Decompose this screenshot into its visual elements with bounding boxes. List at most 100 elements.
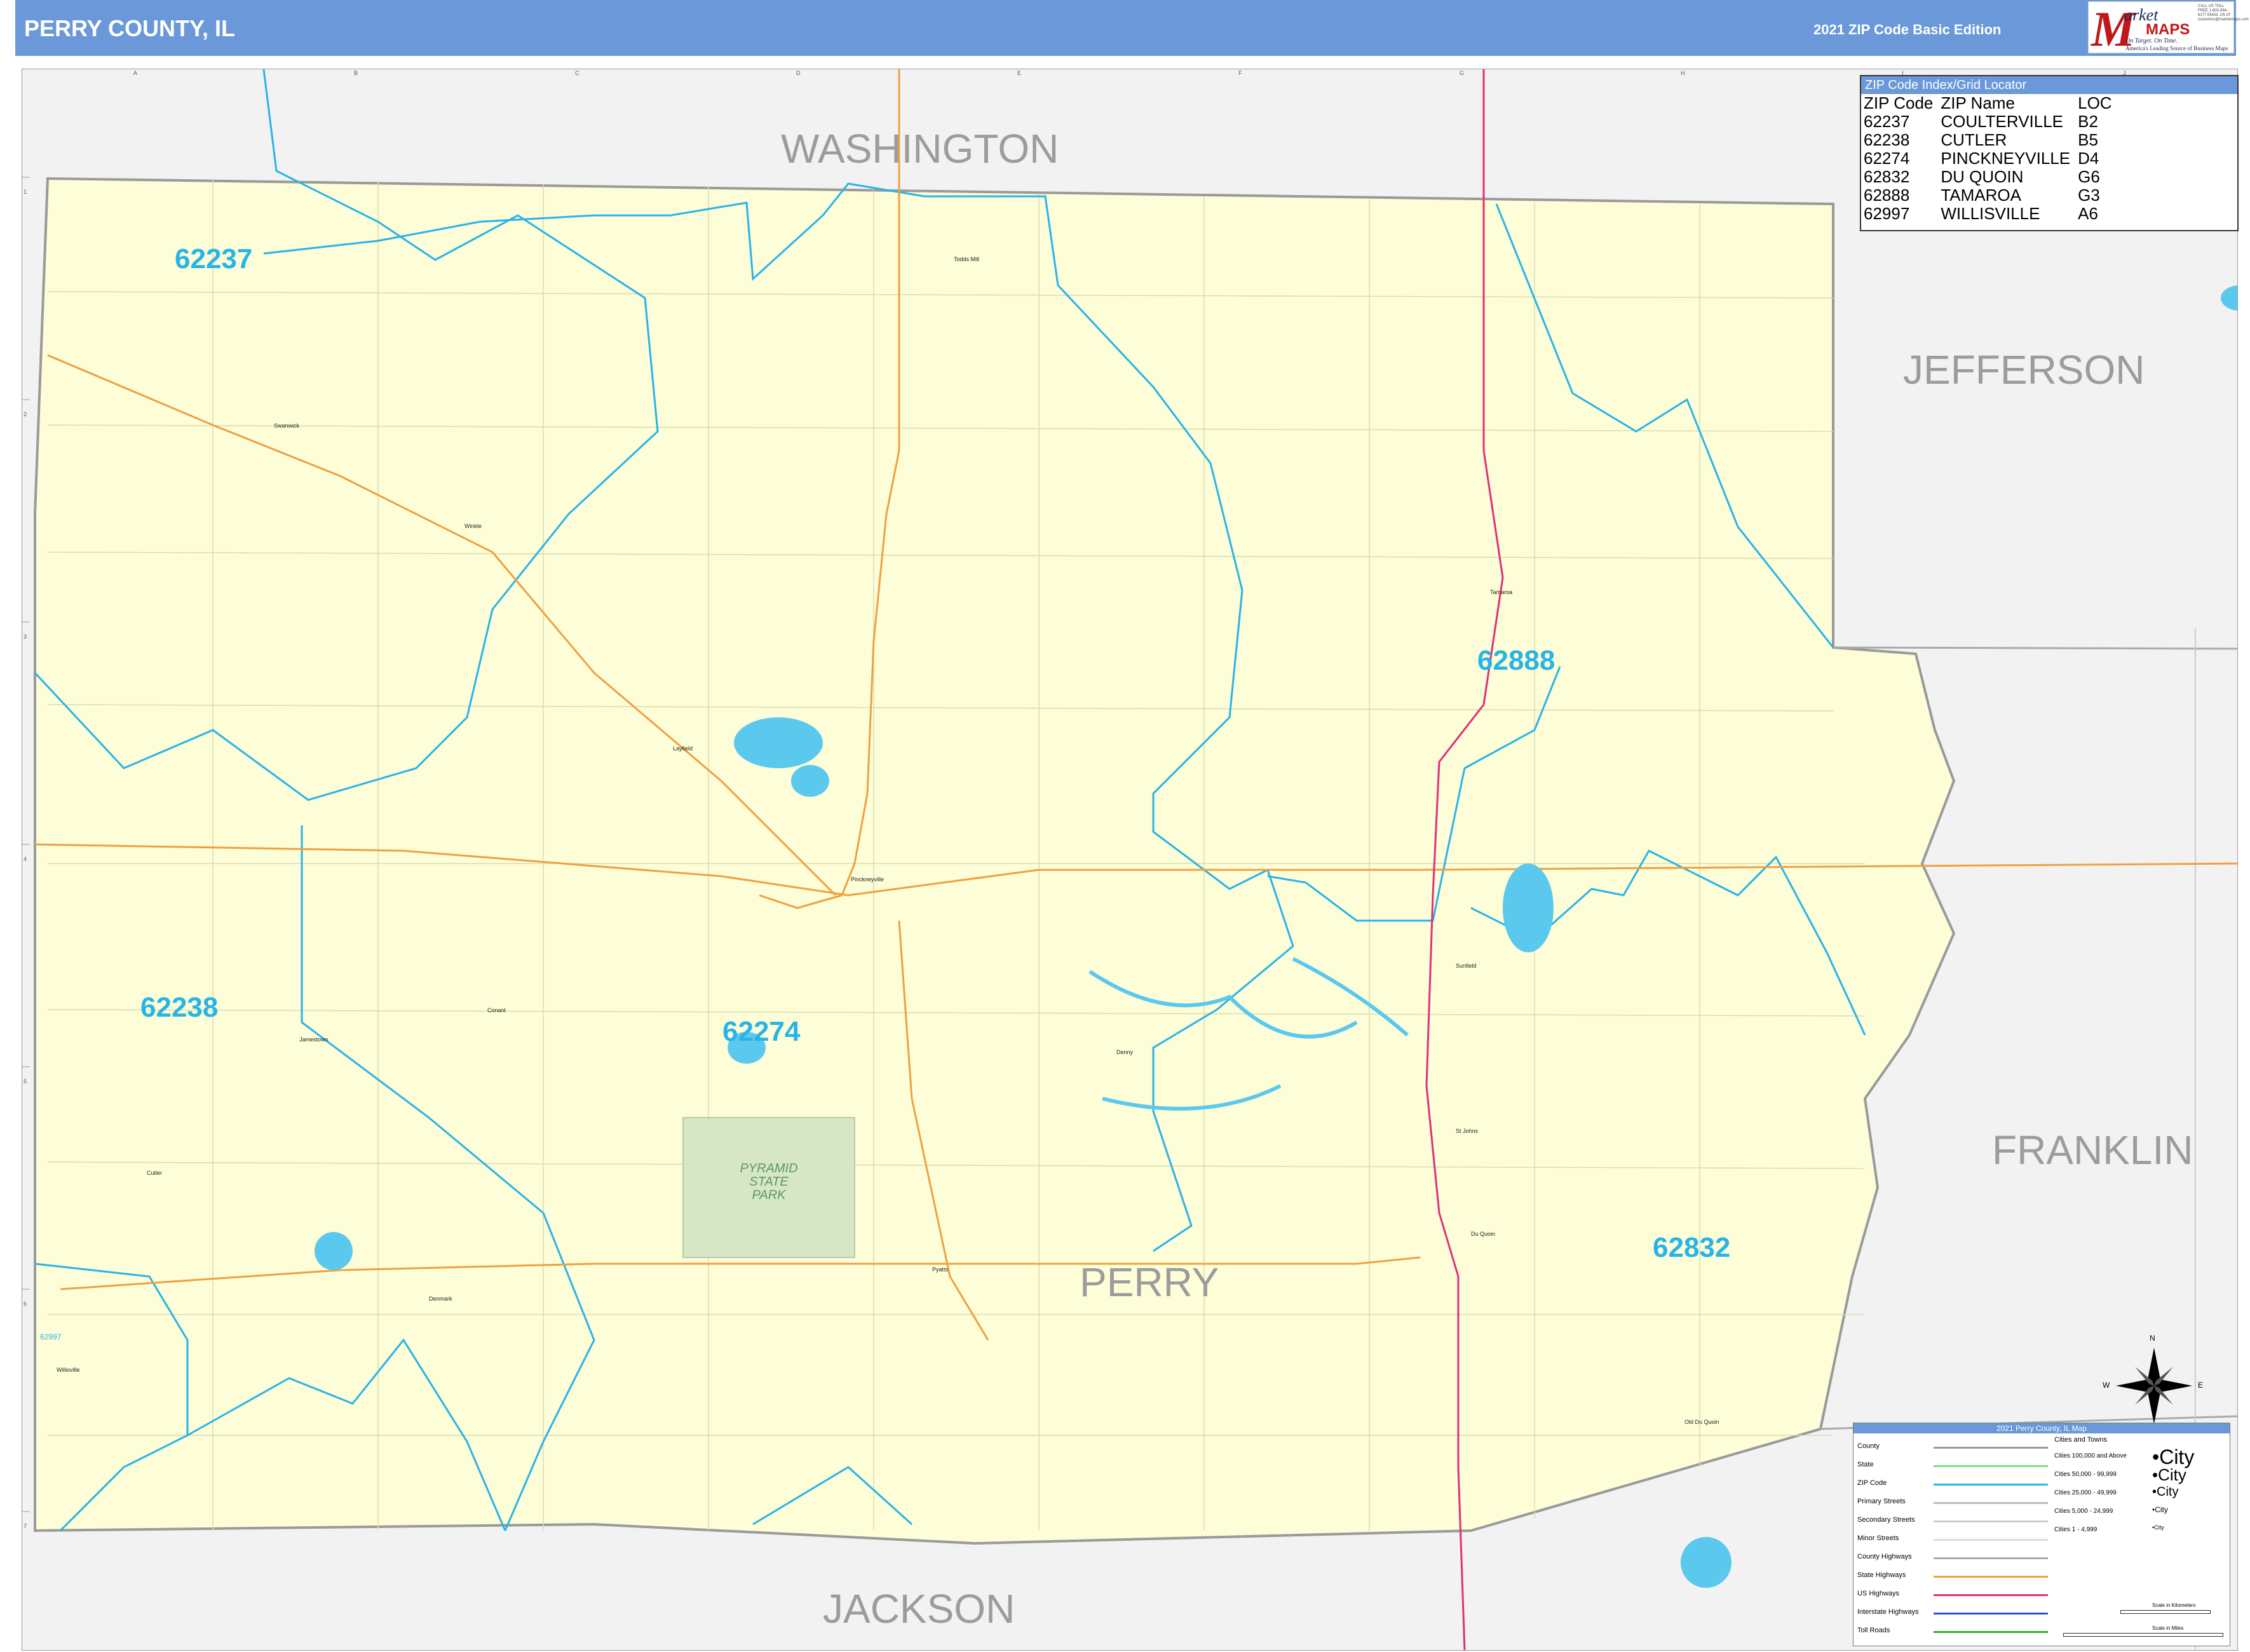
zip-loc-cell: B2 — [2078, 112, 2098, 131]
legend-city-class: Cities 25,000 - 49,999 — [2054, 1489, 2117, 1496]
legend-city-sample: •City — [2152, 1465, 2186, 1485]
town-cutler: Cutler — [147, 1170, 163, 1176]
grid-col-d: D — [796, 70, 801, 76]
compass-rose — [2116, 1348, 2192, 1424]
legend-scale-mi-bar — [2063, 1633, 2223, 1637]
logo-tagline: On Target. On Time. — [2125, 37, 2178, 44]
grid-row-4: 4 — [24, 856, 27, 862]
compass-e: E — [2198, 1381, 2204, 1390]
town-swanwick: Swanwick — [274, 423, 300, 429]
compass-w: W — [2103, 1381, 2110, 1390]
legend-item: US Highways — [1857, 1590, 1900, 1597]
zip-code-cell: 62888 — [1864, 186, 1910, 205]
town-tamaroa: Tamaroa — [1490, 589, 1513, 595]
zip-loc-cell: G6 — [2078, 167, 2100, 186]
zip-code-cell: 62997 — [1864, 204, 1910, 223]
town-st-johns: St Johns — [1456, 1128, 1479, 1134]
market-maps-logo[interactable]: M arket MAPS On Target. On Time. America… — [2088, 1, 2249, 57]
table-row: 62238 CUTLER B5 — [1864, 131, 2120, 149]
town-du-quoin: Du Quoin — [1471, 1231, 1496, 1237]
map-legend: 2021 Perry County, IL Map County State ZIP… — [1853, 1423, 2230, 1646]
legend-item: State — [1857, 1461, 1874, 1468]
legend-item: Interstate Highways — [1857, 1608, 1919, 1616]
legend-cities-title: Cities and Towns — [2054, 1436, 2107, 1444]
zip-index-header-loc: LOC — [2078, 93, 2112, 112]
grid-row-2: 2 — [24, 411, 27, 417]
town-pinckneyville: Pinckneyville — [851, 876, 884, 883]
legend-title: 2021 Perry County, IL Map — [1854, 1423, 2230, 1433]
zip-name-cell: WILLISVILLE — [1941, 204, 2040, 223]
town-jamestown: Jamestown — [299, 1036, 329, 1043]
legend-line-swatch — [1934, 1631, 2048, 1633]
grid-col-b: B — [354, 70, 358, 76]
compass-n: N — [2150, 1334, 2155, 1343]
town-pyatts: Pyatts — [932, 1266, 949, 1273]
legend-item: State Highways — [1857, 1571, 1906, 1579]
town-layfield: Layfield — [673, 745, 693, 752]
zip-index-header-zip: ZIP Code — [1864, 93, 1934, 112]
legend-scale-km-bar — [2120, 1610, 2211, 1614]
legend-line-swatch — [1934, 1594, 2048, 1596]
zip-label-62888: 62888 — [1477, 645, 1555, 676]
legend-line-swatch — [1934, 1502, 2048, 1504]
legend-city-class: Cities 100,000 and Above — [2054, 1452, 2127, 1459]
zip-loc-cell: A6 — [2078, 204, 2098, 223]
table-row: 62888 TAMAROA G3 — [1864, 186, 2120, 205]
zip-loc-cell: D4 — [2078, 149, 2099, 168]
park-label: PYRAMID STATE PARK — [734, 1162, 804, 1202]
zip-name-cell: COULTERVILLE — [1941, 112, 2064, 131]
park-label-line2: STATE — [749, 1175, 789, 1189]
map-title: PERRY COUNTY, IL — [24, 15, 236, 41]
town-old-du-quoin: Old Du Quoin — [1684, 1419, 1719, 1425]
legend-city-class: Cities 5,000 - 24,999 — [2054, 1508, 2113, 1515]
county-label-franklin: FRANKLIN — [1992, 1127, 2193, 1173]
grid-row-1: 1 — [24, 189, 27, 195]
legend-line-swatch — [1934, 1576, 2048, 1578]
grid-ticks — [22, 177, 30, 1512]
grid-col-f: F — [1238, 70, 1242, 76]
zip-label-62237: 62237 — [175, 243, 253, 274]
zip-name-cell: CUTLER — [1941, 130, 2007, 149]
table-row: 62997 WILLISVILLE A6 — [1864, 205, 2120, 223]
zip-code-cell: 62832 — [1864, 167, 1910, 186]
zip-label-62274: 62274 — [722, 1016, 801, 1047]
logo-subtagline: America's Leading Source of Business Map… — [2125, 45, 2228, 51]
town-conant: Conant — [487, 1007, 506, 1013]
table-row: 62274 PINCKNEYVILLE D4 — [1864, 149, 2120, 168]
legend-city-word: City — [2154, 1524, 2164, 1531]
legend-city-word: City — [2157, 1485, 2179, 1500]
zip-label-62997: 62997 — [40, 1332, 62, 1341]
legend-line-swatch — [1934, 1484, 2048, 1486]
legend-city-sample: •City — [2152, 1505, 2168, 1514]
park-label-line1: PYRAMID — [740, 1161, 798, 1175]
county-label-jefferson: JEFFERSON — [1903, 347, 2145, 393]
legend-scale-km: Scale in Kilometers — [2152, 1602, 2196, 1608]
legend-line-swatch — [1934, 1465, 2048, 1467]
park-label-line3: PARK — [752, 1188, 786, 1202]
zip-loc-cell: B5 — [2078, 130, 2098, 149]
county-label-perry: PERRY — [1080, 1259, 1219, 1305]
legend-city-class: Cities 1 - 4,999 — [2054, 1526, 2098, 1533]
grid-row-6: 6 — [24, 1301, 27, 1307]
map-svg — [22, 69, 2237, 1650]
perry-county-fill — [34, 177, 1956, 1545]
zip-loc-cell: G3 — [2078, 186, 2100, 205]
legend-item: Toll Roads — [1857, 1627, 1890, 1634]
county-label-washington: WASHINGTON — [781, 126, 1059, 172]
logo-maps: MAPS — [2146, 21, 2190, 38]
legend-city-class: Cities 50,000 - 99,999 — [2054, 1471, 2117, 1478]
legend-item: County Highways — [1857, 1553, 1912, 1561]
header-bar: PERRY COUNTY, IL 2021 ZIP Code Basic Edi… — [15, 0, 2249, 57]
town-winkle: Winkle — [464, 523, 482, 529]
legend-item: Minor Streets — [1857, 1534, 1899, 1542]
legend-city-sample: •City — [2152, 1485, 2179, 1500]
grid-row-3: 3 — [24, 633, 27, 640]
grid-col-h: H — [1681, 70, 1685, 76]
map-canvas[interactable]: WASHINGTON JEFFERSON FRANKLIN JACKSON PE… — [22, 69, 2238, 1651]
zip-index-title: ZIP Code Index/Grid Locator — [1861, 76, 2237, 94]
grid-row-7: 7 — [24, 1523, 27, 1529]
zip-code-cell: 62274 — [1864, 149, 1910, 168]
zip-code-cell: 62238 — [1864, 130, 1910, 149]
logo-contact: CALL US TOLL FREE 1-800-994-6277 EMAIL U… — [2198, 4, 2249, 22]
grid-col-a: A — [133, 70, 138, 76]
